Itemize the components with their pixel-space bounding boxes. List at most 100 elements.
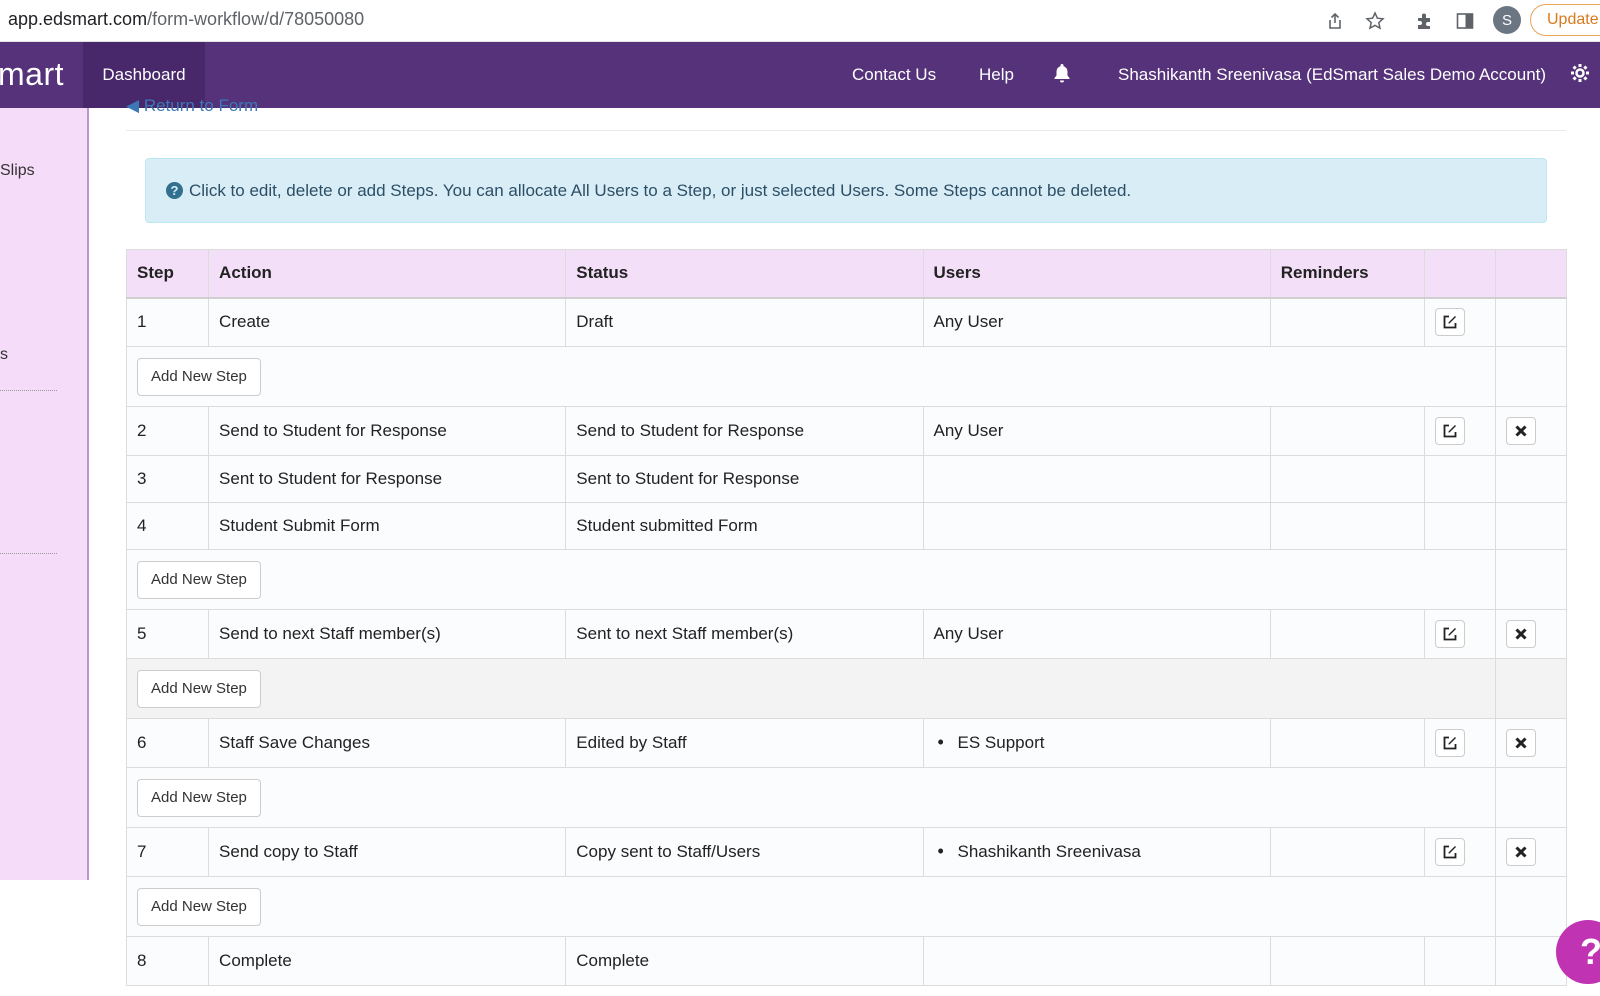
cell-reminders: [1269, 609, 1425, 659]
add-step-cell: Add New Step: [126, 658, 1496, 719]
info-alert: ? Click to edit, delete or add Steps. Yo…: [145, 158, 1547, 223]
edit-icon: [1443, 424, 1457, 438]
sidebar-divider: [0, 553, 57, 554]
cell-step: 1: [125, 297, 210, 347]
add-new-step-button[interactable]: Add New Step: [137, 887, 261, 926]
gear-icon[interactable]: [1570, 63, 1590, 83]
cell-users: [922, 502, 1271, 550]
cell-delete: [1494, 406, 1568, 456]
cell-status: Sent to Student for Response: [565, 455, 924, 503]
cell-step: 6: [125, 718, 210, 768]
sidebar: Slips s: [0, 108, 89, 880]
address-bar[interactable]: app.edsmart.com/form-workflow/d/78050080: [8, 9, 364, 30]
table-header-row: Step Action Status Users Reminders: [125, 249, 1568, 299]
add-new-step-button[interactable]: Add New Step: [137, 778, 261, 817]
delete-step-button[interactable]: [1505, 620, 1536, 648]
cell-delete: [1494, 718, 1568, 768]
header-users: Users: [922, 249, 1271, 299]
user-list-item: Shashikanth Sreenivasa: [934, 841, 1260, 862]
nav-user-account[interactable]: Shashikanth Sreenivasa (EdSmart Sales De…: [1118, 42, 1546, 108]
bookmark-star-icon[interactable]: [1362, 8, 1388, 34]
delete-step-button[interactable]: [1505, 417, 1536, 445]
cell-edit: [1423, 406, 1496, 456]
edit-icon: [1443, 845, 1457, 859]
info-alert-text: Click to edit, delete or add Steps. You …: [189, 181, 1132, 200]
cell-step: 2: [125, 406, 210, 456]
brand-logo-text[interactable]: mart: [0, 56, 64, 93]
cell-status: Edited by Staff: [565, 718, 924, 768]
table-row: 3 Sent to Student for Response Sent to S…: [125, 455, 1568, 503]
edit-step-button[interactable]: [1434, 838, 1465, 866]
cell-action: Create: [208, 297, 567, 347]
cell-reminders: [1269, 827, 1425, 877]
delete-step-button[interactable]: [1505, 838, 1536, 866]
extensions-puzzle-icon[interactable]: [1412, 8, 1438, 34]
cell-action: Send copy to Staff: [208, 827, 567, 877]
edit-step-button[interactable]: [1434, 620, 1465, 648]
add-step-row: Add New Step: [126, 549, 1568, 610]
cell-users: [922, 455, 1271, 503]
add-step-cell: Add New Step: [126, 549, 1496, 610]
cell-reminders: [1269, 455, 1425, 503]
cell-status: Draft: [565, 297, 924, 347]
cell-step: 4: [125, 502, 210, 550]
cell-reminders: [1269, 718, 1425, 768]
delete-step-button[interactable]: [1505, 729, 1536, 757]
edit-step-button[interactable]: [1434, 308, 1465, 337]
cell-delete: [1494, 609, 1568, 659]
cell-users: Any User: [922, 406, 1271, 456]
add-step-row: Add New Step: [126, 658, 1568, 719]
return-to-form-link[interactable]: ◀ Return to Form: [126, 96, 258, 116]
table-row: 4 Student Submit Form Student submitted …: [125, 502, 1568, 550]
cell-delete: [1494, 297, 1568, 347]
header-action: Action: [208, 249, 567, 299]
user-list: ES Support: [934, 732, 1260, 753]
add-step-row: Add New Step: [126, 346, 1568, 407]
share-icon[interactable]: [1322, 8, 1348, 34]
header-step: Step: [125, 249, 210, 299]
add-step-cell: Add New Step: [126, 767, 1496, 828]
browser-update-button[interactable]: Update: [1530, 4, 1600, 36]
header-reminders: Reminders: [1269, 249, 1425, 299]
question-circle-icon: ?: [166, 182, 183, 199]
cell-action: Complete: [208, 936, 567, 986]
cell-action: Send to next Staff member(s): [208, 609, 567, 659]
profile-avatar[interactable]: S: [1493, 6, 1521, 34]
edit-step-button[interactable]: [1434, 729, 1465, 757]
cell-step: 8: [125, 936, 210, 986]
bell-icon[interactable]: [1053, 62, 1071, 84]
nav-contact-us[interactable]: Contact Us: [852, 42, 936, 108]
add-step-cell: Add New Step: [126, 876, 1496, 937]
divider: [126, 130, 1566, 131]
cell-users: Any User: [922, 297, 1271, 347]
cell-edit: [1423, 502, 1496, 550]
table-row: 7 Send copy to Staff Copy sent to Staff/…: [125, 827, 1568, 877]
cell-delete: [1494, 455, 1568, 503]
header-edit: [1423, 249, 1496, 299]
side-panel-icon[interactable]: [1452, 8, 1478, 34]
close-icon: [1515, 737, 1527, 749]
cell-reminders: [1269, 297, 1425, 347]
cell-action: Student Submit Form: [208, 502, 567, 550]
add-new-step-button[interactable]: Add New Step: [137, 560, 261, 599]
add-step-row: Add New Step: [126, 767, 1568, 828]
cell-status: Send to Student for Response: [565, 406, 924, 456]
user-list-item: ES Support: [934, 732, 1260, 753]
add-new-step-button[interactable]: Add New Step: [137, 357, 261, 396]
add-step-spacer: [1494, 658, 1568, 719]
cell-status: Student submitted Form: [565, 502, 924, 550]
cell-users: Any User: [922, 609, 1271, 659]
edit-step-button[interactable]: [1434, 417, 1465, 445]
cell-reminders: [1269, 502, 1425, 550]
sidebar-divider: [0, 390, 57, 391]
close-icon: [1515, 425, 1527, 437]
nav-help[interactable]: Help: [979, 42, 1014, 108]
sidebar-item-partial[interactable]: s: [0, 346, 8, 364]
sidebar-item-slips[interactable]: Slips: [0, 162, 35, 180]
add-new-step-button[interactable]: Add New Step: [137, 669, 261, 708]
url-path: /form-workflow/d/78050080: [147, 9, 365, 29]
table-row: 2 Send to Student for Response Send to S…: [125, 406, 1568, 456]
cell-edit: [1423, 718, 1496, 768]
cell-edit: [1423, 609, 1496, 659]
close-icon: [1515, 846, 1527, 858]
